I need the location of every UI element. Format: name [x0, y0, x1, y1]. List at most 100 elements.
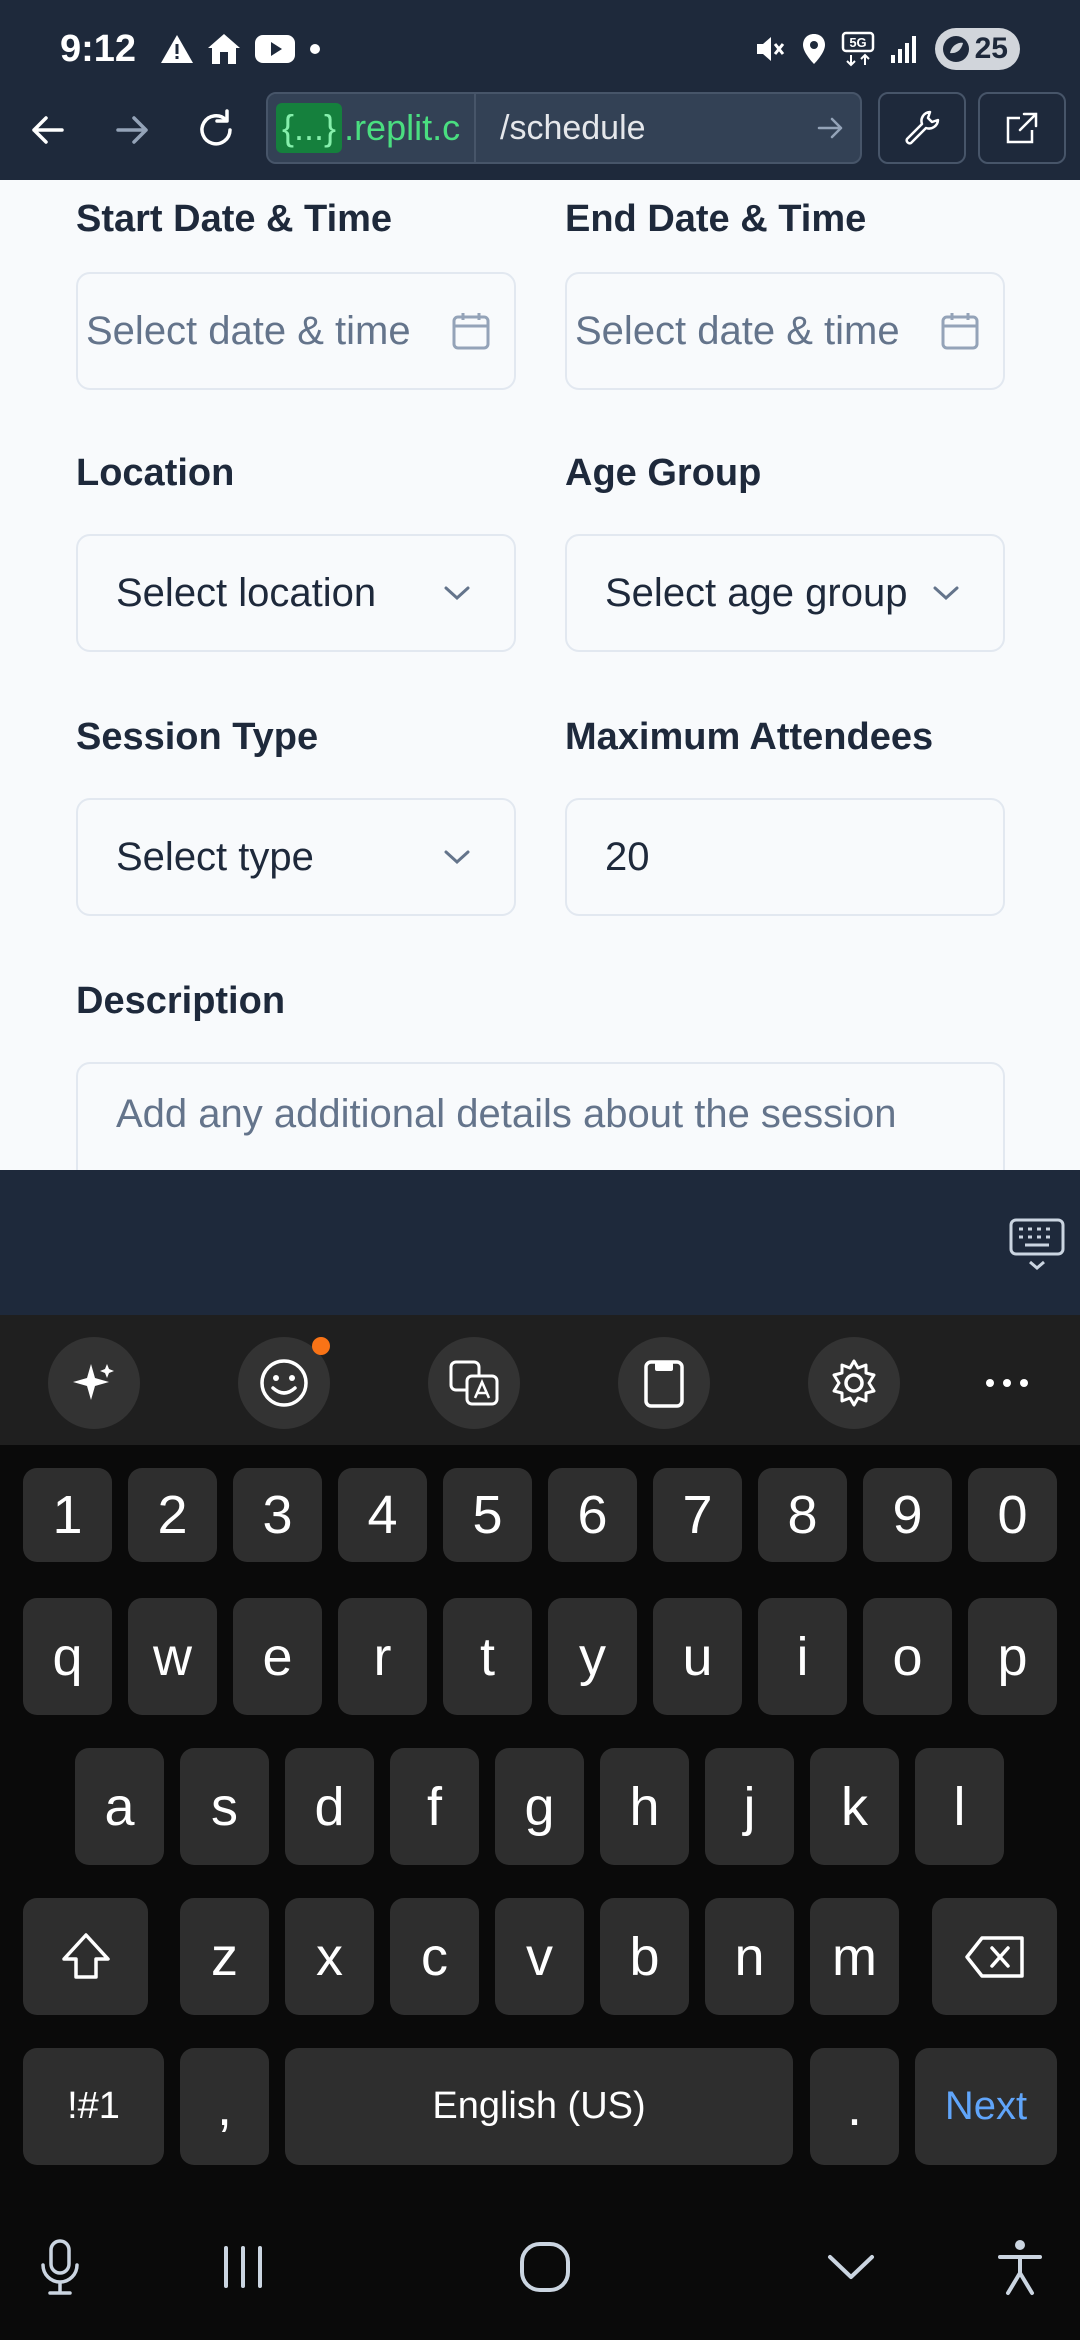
location-select[interactable]: Select location	[76, 534, 516, 652]
key-e[interactable]: e	[233, 1598, 322, 1715]
notification-icons	[160, 32, 322, 66]
home-button[interactable]	[510, 2235, 580, 2299]
arrow-right-icon	[817, 117, 843, 139]
keyboard-settings-button[interactable]	[808, 1337, 900, 1429]
key-o[interactable]: o	[863, 1598, 952, 1715]
ai-tools-button[interactable]	[48, 1337, 140, 1429]
reload-button[interactable]	[186, 100, 246, 160]
key-s[interactable]: s	[180, 1748, 269, 1865]
key-9[interactable]: 9	[863, 1468, 952, 1562]
key-0[interactable]: 0	[968, 1468, 1057, 1562]
warning-icon	[161, 35, 193, 63]
key-6[interactable]: 6	[548, 1468, 637, 1562]
description-label: Description	[76, 980, 286, 1022]
translate-button[interactable]	[428, 1337, 520, 1429]
symbols-key[interactable]: !#1	[23, 2048, 164, 2165]
clipboard-button[interactable]	[618, 1337, 710, 1429]
key-8[interactable]: 8	[758, 1468, 847, 1562]
reload-icon	[200, 109, 232, 146]
emoji-icon	[260, 1359, 308, 1407]
devtools-button[interactable]	[878, 92, 966, 164]
period-key[interactable]: .	[810, 2048, 899, 2165]
keyboard-toolbar	[0, 1315, 1080, 1445]
shift-key[interactable]	[23, 1898, 148, 2015]
age-group-label: Age Group	[565, 452, 762, 494]
home-circle-icon	[520, 2242, 570, 2292]
system-nav-bar	[0, 2195, 1080, 2340]
hide-keyboard-button[interactable]	[1008, 1214, 1066, 1277]
recents-icon	[224, 2246, 262, 2288]
key-i[interactable]: i	[758, 1598, 847, 1715]
url-brace: {...}	[276, 103, 343, 153]
go-button[interactable]	[800, 113, 860, 143]
key-3[interactable]: 3	[233, 1468, 322, 1562]
key-5[interactable]: 5	[443, 1468, 532, 1562]
session-type-select[interactable]: Select type	[76, 798, 516, 916]
chevron-down-icon	[933, 586, 959, 601]
key-2[interactable]: 2	[128, 1468, 217, 1562]
open-external-button[interactable]	[978, 92, 1066, 164]
key-u[interactable]: u	[653, 1598, 742, 1715]
schedule-form: Start Date & Time Select date & time End…	[0, 180, 1080, 1170]
home-icon	[208, 34, 240, 64]
space-key[interactable]: English (US)	[285, 2048, 793, 2165]
youtube-icon	[255, 35, 295, 63]
key-4[interactable]: 4	[338, 1468, 427, 1562]
key-m[interactable]: m	[810, 1898, 899, 2015]
key-t[interactable]: t	[443, 1598, 532, 1715]
battery-saver-icon	[942, 36, 969, 62]
location-select-value: Select location	[116, 570, 377, 615]
recent-apps-button[interactable]	[210, 2235, 276, 2299]
microphone-icon	[41, 2239, 79, 2295]
location-label: Location	[76, 452, 235, 494]
keyboard-icon	[1009, 1218, 1065, 1270]
description-placeholder: Add any additional details about the ses…	[116, 1092, 897, 1136]
more-options-button[interactable]	[982, 1363, 1032, 1408]
hide-keyboard-nav-button[interactable]	[818, 2235, 884, 2299]
back-button[interactable]	[18, 100, 78, 160]
key-n[interactable]: n	[705, 1898, 794, 2015]
max-attendees-input[interactable]: 20	[565, 798, 1005, 916]
key-7[interactable]: 7	[653, 1468, 742, 1562]
accessibility-icon	[998, 2240, 1042, 2295]
arrow-left-icon	[32, 116, 64, 144]
key-a[interactable]: a	[75, 1748, 164, 1865]
age-group-select[interactable]: Select age group	[565, 534, 1005, 652]
mute-icon	[756, 37, 784, 61]
backspace-key[interactable]	[932, 1898, 1057, 2015]
key-x[interactable]: x	[285, 1898, 374, 2015]
key-g[interactable]: g	[495, 1748, 584, 1865]
voice-input-button[interactable]	[30, 2235, 90, 2299]
end-datetime-label: End Date & Time	[565, 198, 867, 240]
emoji-button[interactable]	[238, 1337, 330, 1429]
end-datetime-input[interactable]: Select date & time	[565, 272, 1005, 390]
key-q[interactable]: q	[23, 1598, 112, 1715]
key-l[interactable]: l	[915, 1748, 1004, 1865]
next-key[interactable]: Next	[915, 2048, 1057, 2165]
key-v[interactable]: v	[495, 1898, 584, 2015]
key-b[interactable]: b	[600, 1898, 689, 2015]
key-1[interactable]: 1	[23, 1468, 112, 1562]
key-y[interactable]: y	[548, 1598, 637, 1715]
accessibility-button[interactable]	[990, 2235, 1050, 2299]
gear-icon	[832, 1359, 876, 1407]
address-bar[interactable]: {...} .replit.c /schedule	[266, 92, 862, 164]
key-d[interactable]: d	[285, 1748, 374, 1865]
key-w[interactable]: w	[128, 1598, 217, 1715]
comma-key[interactable]: ,	[180, 2048, 269, 2165]
translate-icon	[449, 1360, 499, 1406]
keyboard: 1 2 3 4 5 6 7 8 9 0 q w e r t y u i o p …	[0, 1445, 1080, 2195]
key-r[interactable]: r	[338, 1598, 427, 1715]
forward-button[interactable]	[102, 100, 162, 160]
key-j[interactable]: j	[705, 1748, 794, 1865]
key-h[interactable]: h	[600, 1748, 689, 1865]
start-datetime-input[interactable]: Select date & time	[76, 272, 516, 390]
key-z[interactable]: z	[180, 1898, 269, 2015]
key-f[interactable]: f	[390, 1748, 479, 1865]
battery-level: 25	[974, 32, 1008, 65]
network-5g-icon: 5G	[841, 31, 874, 67]
key-p[interactable]: p	[968, 1598, 1057, 1715]
description-textarea[interactable]: Add any additional details about the ses…	[76, 1062, 1005, 1170]
key-c[interactable]: c	[390, 1898, 479, 2015]
key-k[interactable]: k	[810, 1748, 899, 1865]
